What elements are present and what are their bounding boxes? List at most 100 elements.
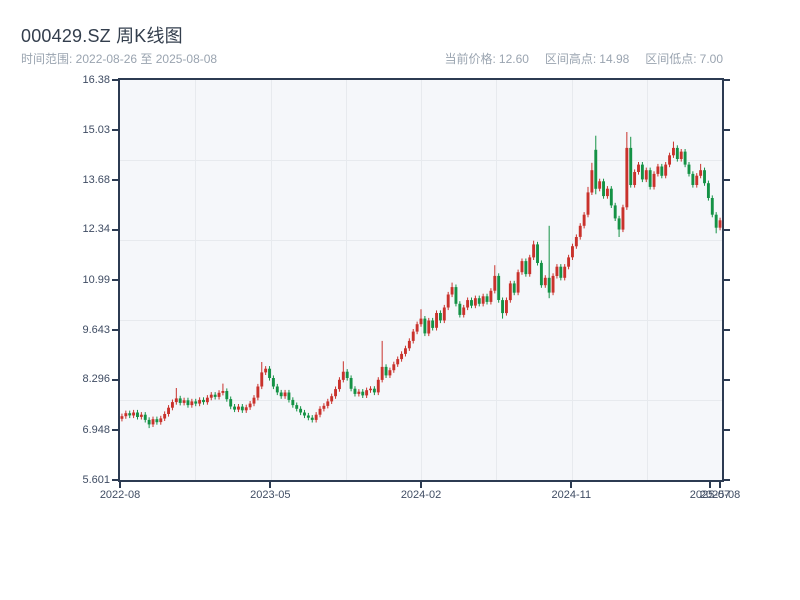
candle-body-down bbox=[279, 392, 283, 397]
candle-body-up bbox=[205, 397, 209, 403]
candle-body-up bbox=[337, 379, 341, 390]
candle-body-up bbox=[489, 290, 493, 302]
candle-body-up bbox=[664, 164, 668, 176]
y-tick-mark-right bbox=[724, 479, 730, 481]
candle-body-up bbox=[672, 147, 675, 156]
y-tick-mark-left bbox=[112, 279, 118, 282]
candle-body-up bbox=[198, 399, 202, 404]
stat-range-low-label: 区间低点: bbox=[645, 52, 697, 66]
candle-body-up bbox=[563, 266, 567, 278]
candle-body-up bbox=[326, 401, 330, 406]
candle-body-up bbox=[170, 402, 174, 408]
candle-body-down bbox=[147, 419, 151, 425]
candle-body-up bbox=[252, 397, 256, 404]
candle-body-down bbox=[349, 378, 353, 389]
candle-body-down bbox=[660, 166, 664, 176]
stat-range-high: 区间高点: 14.98 bbox=[545, 50, 629, 67]
candle-body-down bbox=[306, 415, 310, 418]
y-tick-mark-left bbox=[112, 378, 118, 381]
y-tick-label: 8.296 bbox=[82, 373, 110, 386]
candle-body-down bbox=[372, 388, 376, 393]
candle-body-up bbox=[473, 298, 477, 306]
candle-body-up bbox=[120, 416, 124, 419]
candle-body-up bbox=[656, 166, 660, 174]
candle-body-up bbox=[380, 366, 384, 380]
candle-body-down bbox=[594, 149, 598, 189]
candle-body-down bbox=[299, 408, 303, 413]
candle-body-down bbox=[648, 170, 652, 187]
candle-body-up bbox=[493, 275, 497, 291]
y-tick-mark-right bbox=[724, 228, 730, 231]
candle-body-up bbox=[217, 392, 221, 397]
y-tick-mark-right bbox=[724, 429, 730, 431]
candle-body-down bbox=[536, 244, 539, 263]
candle-body-down bbox=[202, 399, 205, 403]
candle-body-up bbox=[574, 237, 578, 247]
y-tick-mark-right bbox=[724, 179, 730, 182]
candle-body-down bbox=[458, 303, 462, 315]
candle-body-up bbox=[314, 414, 318, 420]
candle-body-down bbox=[143, 414, 147, 420]
candle-body-up bbox=[446, 294, 450, 308]
candle-body-down bbox=[178, 398, 182, 403]
candle-body-up bbox=[159, 418, 163, 423]
y-tick-mark-left bbox=[112, 228, 118, 231]
candle-body-down bbox=[602, 181, 605, 197]
candle-body-down bbox=[291, 399, 295, 406]
y-tick-label: 13.68 bbox=[82, 173, 110, 186]
candle-body-up bbox=[555, 266, 559, 276]
y-tick-label: 15.03 bbox=[82, 123, 110, 136]
candle-body-up bbox=[699, 170, 703, 176]
y-tick-label: 12.34 bbox=[82, 223, 110, 236]
candle-body-up bbox=[139, 414, 143, 417]
candle-body-up bbox=[415, 324, 419, 332]
candle-body-down bbox=[136, 412, 139, 417]
x-tick-label: 2025-08 bbox=[699, 489, 741, 501]
candle-body-up bbox=[322, 405, 326, 409]
y-tick-mark-left bbox=[112, 79, 118, 81]
y-tick-label: 16.38 bbox=[82, 73, 110, 86]
candle-body-down bbox=[683, 151, 687, 165]
candle-body-down bbox=[229, 399, 233, 407]
candle-body-down bbox=[275, 386, 279, 393]
candle-body-down bbox=[609, 188, 613, 206]
candle-body-up bbox=[334, 389, 337, 397]
candle-body-down bbox=[710, 198, 714, 215]
candle-body-up bbox=[404, 348, 407, 354]
stat-range-low-value: 7.00 bbox=[699, 52, 723, 66]
stat-range-low: 区间低点: 7.00 bbox=[645, 50, 723, 67]
y-tick-label: 5.601 bbox=[82, 473, 110, 486]
candle-body-down bbox=[345, 371, 349, 378]
candle-body-up bbox=[357, 391, 361, 394]
x-tick-mark bbox=[708, 482, 711, 488]
candle-body-up bbox=[505, 300, 508, 314]
candle-body-up bbox=[462, 307, 466, 315]
y-tick-mark-left bbox=[112, 129, 118, 132]
x-tick-mark bbox=[420, 482, 422, 488]
candle-body-up bbox=[256, 386, 260, 398]
date-range-label: 时间范围: 2022-08-26 至 2025-08-08 bbox=[21, 52, 218, 66]
candle-body-down bbox=[361, 391, 365, 396]
candle-body-down bbox=[438, 313, 442, 321]
candle-body-down bbox=[477, 298, 481, 304]
candle-body-up bbox=[668, 155, 672, 165]
candle-body-down bbox=[295, 405, 299, 409]
stat-current-price-label: 当前价格: bbox=[444, 52, 496, 66]
candle-body-up bbox=[182, 400, 186, 403]
candle-body-up bbox=[190, 401, 194, 406]
candle-body-down bbox=[225, 391, 229, 400]
candle-body-up bbox=[586, 192, 590, 215]
price-stats: 当前价格: 12.60 区间高点: 14.98 区间低点: 7.00 bbox=[445, 50, 723, 67]
candle-body-down bbox=[617, 218, 621, 230]
candle-body-up bbox=[652, 173, 656, 187]
candle-body-up bbox=[508, 283, 512, 301]
candle-body-up bbox=[174, 398, 178, 403]
x-tick-mark bbox=[719, 482, 722, 488]
candle-body-down bbox=[691, 173, 695, 185]
candle-body-up bbox=[221, 391, 225, 393]
candle-body-down bbox=[268, 368, 271, 378]
stat-range-high-label: 区间高点: bbox=[544, 52, 597, 66]
candle-body-up bbox=[209, 394, 213, 398]
candle-body-down bbox=[353, 388, 357, 394]
candle-body-up bbox=[318, 408, 322, 415]
